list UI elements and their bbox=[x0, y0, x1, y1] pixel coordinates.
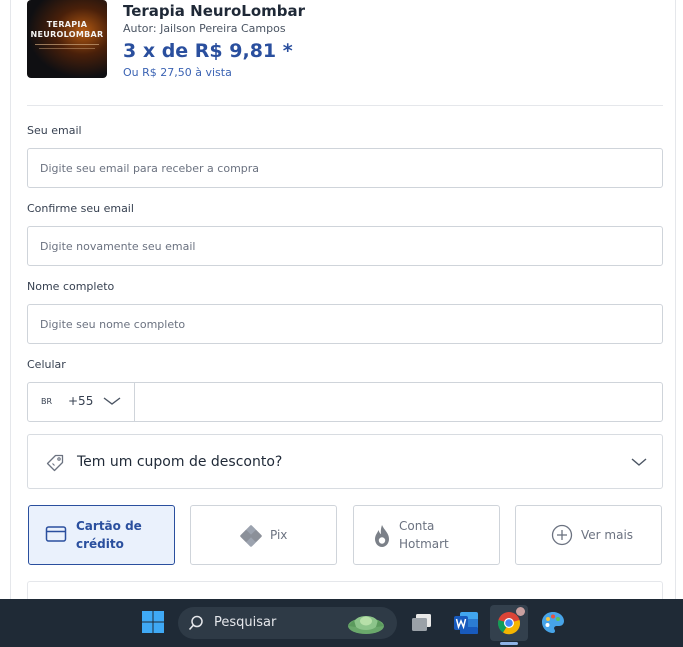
search-icon bbox=[188, 615, 203, 631]
confirm-email-input[interactable] bbox=[27, 226, 663, 266]
product-title: Terapia NeuroLombar bbox=[123, 2, 306, 20]
active-app-indicator bbox=[500, 642, 518, 645]
payment-details-card bbox=[27, 581, 663, 599]
task-view-icon[interactable] bbox=[407, 608, 437, 638]
paint-icon[interactable] bbox=[538, 608, 568, 638]
checkout-page: TERAPIA NEUROLOMBAR Terapia NeuroLombar … bbox=[0, 0, 683, 599]
full-name-label: Nome completo bbox=[27, 280, 115, 293]
credit-card-icon bbox=[45, 526, 67, 542]
payment-label: Conta Hotmart bbox=[399, 519, 449, 551]
succulent-icon bbox=[348, 616, 384, 634]
dial-code: +55 bbox=[68, 394, 94, 408]
search-label: Pesquisar bbox=[214, 615, 277, 630]
full-name-input[interactable] bbox=[27, 304, 663, 344]
payment-option-credit-card[interactable]: Cartão de crédito bbox=[28, 505, 175, 565]
payment-option-hotmart[interactable]: Conta Hotmart bbox=[353, 505, 500, 565]
payment-label: Cartão de crédito bbox=[76, 519, 142, 551]
taskbar: Pesquisar bbox=[0, 599, 683, 647]
phone-input[interactable] bbox=[136, 383, 662, 421]
installment-price: 3 x de R$ 9,81 * bbox=[123, 40, 293, 62]
flame-icon bbox=[375, 525, 389, 547]
payment-label: Pix bbox=[270, 528, 288, 542]
chevron-down-icon bbox=[103, 397, 121, 405]
tag-icon bbox=[46, 454, 64, 472]
windows-start-icon[interactable] bbox=[141, 610, 165, 634]
confirm-email-label: Confirme seu email bbox=[27, 202, 134, 215]
plus-circle-icon bbox=[551, 524, 573, 546]
thumbnail-title: TERAPIA NEUROLOMBAR bbox=[30, 20, 104, 39]
cash-price: Ou R$ 27,50 à vista bbox=[123, 66, 232, 79]
product-author: Autor: Jailson Pereira Campos bbox=[123, 22, 286, 35]
profile-badge bbox=[516, 607, 525, 616]
taskbar-search[interactable]: Pesquisar bbox=[178, 607, 397, 639]
phone-label: Celular bbox=[27, 358, 66, 371]
payment-option-more[interactable]: Ver mais bbox=[515, 505, 662, 565]
email-label: Seu email bbox=[27, 124, 82, 137]
payment-label: Ver mais bbox=[581, 528, 634, 542]
country-code-select[interactable]: BR +55 bbox=[28, 383, 135, 421]
email-input[interactable] bbox=[27, 148, 663, 188]
word-icon[interactable] bbox=[451, 608, 481, 638]
payment-option-pix[interactable]: Pix bbox=[190, 505, 337, 565]
pix-icon bbox=[240, 525, 262, 547]
coupon-label: Tem um cupom de desconto? bbox=[77, 454, 283, 470]
section-divider bbox=[27, 105, 663, 106]
chevron-down-icon bbox=[631, 458, 647, 466]
country-flag-code: BR bbox=[41, 397, 53, 406]
chrome-taskbar-button[interactable] bbox=[490, 605, 528, 641]
phone-field: BR +55 bbox=[27, 382, 663, 422]
coupon-toggle[interactable]: Tem um cupom de desconto? bbox=[27, 434, 663, 489]
product-thumbnail: TERAPIA NEUROLOMBAR bbox=[27, 0, 107, 78]
